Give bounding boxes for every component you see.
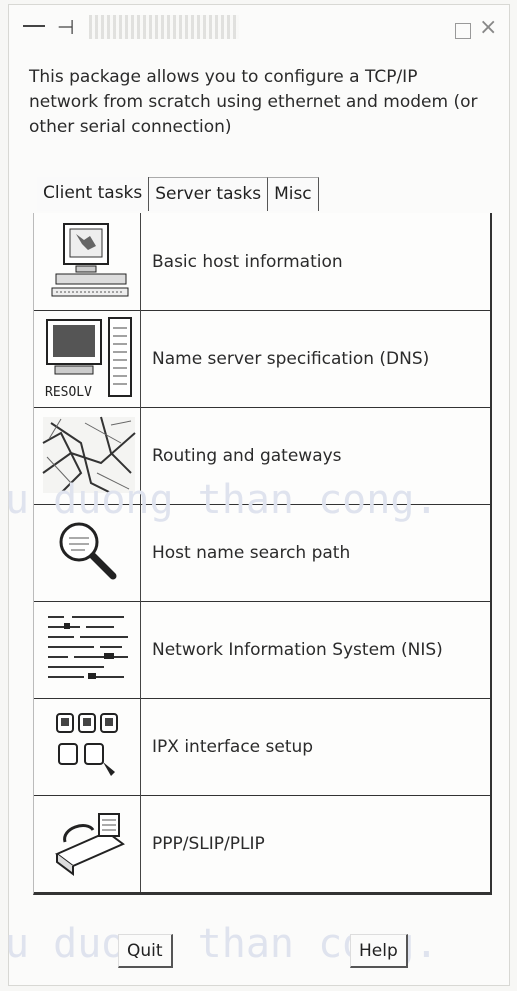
maximize-icon[interactable] [455,23,471,39]
row-divider [140,795,141,892]
task-label: PPP/SLIP/PLIP [152,833,265,854]
computer-icon [40,219,138,303]
window-title [89,15,239,39]
task-row-ipx[interactable]: IPX interface setup [34,698,490,796]
task-label: Routing and gateways [152,445,342,466]
tab-bar: Client tasks Server tasks Misc [37,177,319,211]
magnifier-icon [40,510,138,594]
task-label: Name server specification (DNS) [152,348,430,369]
title-bar: ⊣ × [9,5,509,57]
help-button[interactable]: Help [350,934,408,968]
task-panel: Basic host information RESOLV Name serve… [33,213,492,895]
task-label: Basic host information [152,251,343,272]
task-row-search-path[interactable]: Host name search path [34,504,490,602]
tab-client-tasks[interactable]: Client tasks [37,177,150,211]
row-divider [140,601,141,698]
close-icon[interactable]: × [479,15,497,40]
task-row-nis[interactable]: Network Information System (NIS) [34,601,490,699]
ipx-nodes-icon [40,704,138,788]
tab-server-tasks[interactable]: Server tasks [149,177,269,211]
resolv-server-icon: RESOLV [40,316,138,400]
task-row-basic-host[interactable]: Basic host information [34,213,490,311]
document-list-icon [40,607,138,691]
task-label: IPX interface setup [152,736,314,757]
button-bar: Quit Help [0,928,517,978]
task-label: Host name search path [152,542,351,563]
task-row-ppp[interactable]: PPP/SLIP/PLIP [34,795,490,893]
quit-button[interactable]: Quit [118,934,173,968]
map-icon [40,413,138,497]
row-divider [140,698,141,795]
pin-icon[interactable]: ⊣ [57,15,74,39]
window-menu-icon[interactable] [23,25,45,27]
task-row-dns[interactable]: RESOLV Name server specification (DNS) [34,310,490,408]
row-divider [140,504,141,601]
row-divider [140,310,141,407]
main-window: ⊣ × This package allows you to configure… [5,4,510,986]
resolv-icon-text: RESOLV [45,385,92,400]
task-label: Network Information System (NIS) [152,639,443,660]
task-row-routing[interactable]: Routing and gateways [34,407,490,505]
row-divider [140,407,141,504]
tab-misc[interactable]: Misc [268,177,319,211]
intro-text: This package allows you to configure a T… [29,67,478,137]
modem-phone-icon [40,801,138,885]
row-divider [140,213,141,310]
